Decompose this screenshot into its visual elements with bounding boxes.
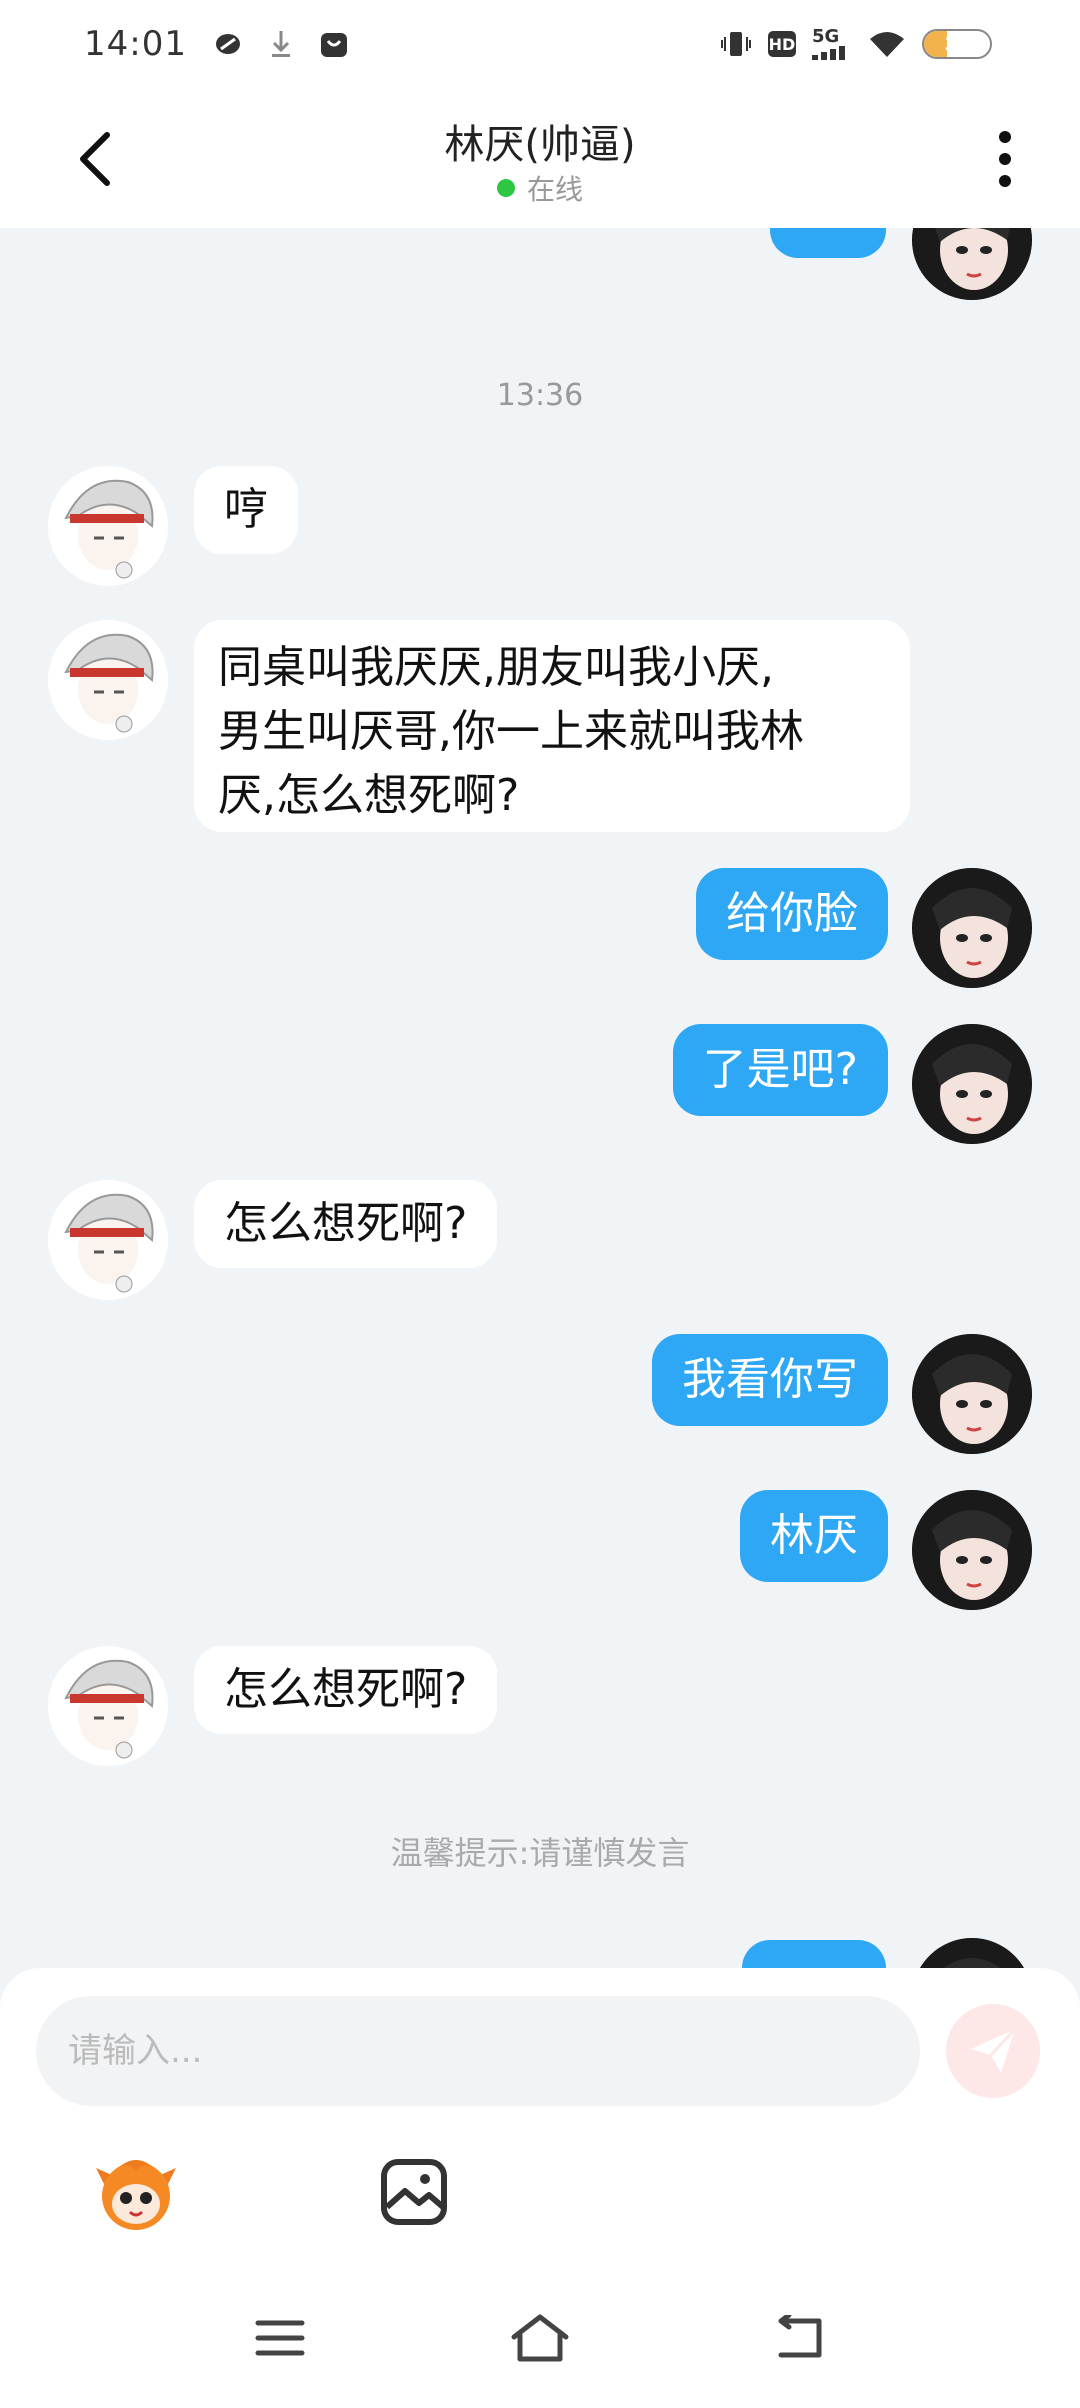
send-button[interactable]: [946, 2004, 1040, 2098]
status-time: 14:01: [84, 24, 187, 64]
app-notification-icon: [213, 29, 243, 59]
contact-avatar-icon: [48, 1646, 168, 1766]
message-line: 同桌叫我厌厌,朋友叫我小厌,: [218, 642, 774, 693]
message-bubble-sent[interactable]: 林厌: [740, 1490, 888, 1582]
more-vertical-icon: [999, 131, 1011, 187]
wifi-icon: [868, 29, 906, 59]
battery-level-text: 35: [944, 33, 970, 55]
message-bubble-sent[interactable]: 我看你写: [652, 1334, 888, 1426]
avatar-contact[interactable]: [48, 1646, 168, 1766]
user-avatar-icon: [912, 1490, 1032, 1610]
emoji-button[interactable]: [88, 2144, 184, 2240]
download-icon: [269, 29, 293, 59]
battery-indicator: 35: [922, 29, 992, 59]
message-bubble-received[interactable]: 怎么想死啊?: [194, 1180, 498, 1268]
timestamp: 13:36: [496, 378, 584, 413]
input-panel: [0, 1968, 1080, 2408]
emoji-mascot-icon: [96, 2160, 176, 2230]
more-options-button[interactable]: [970, 124, 1040, 194]
chat-header: 林厌(帅逼) 在线: [0, 88, 1080, 228]
status-left: 14:01: [84, 24, 349, 64]
message-bubble-partial[interactable]: [770, 228, 886, 258]
user-avatar-icon: [912, 1334, 1032, 1454]
image-button[interactable]: [366, 2144, 462, 2240]
avatar-me[interactable]: [912, 1938, 1032, 1968]
system-nav-bar: [0, 2268, 1080, 2408]
avatar-contact[interactable]: [48, 1180, 168, 1300]
message-bubble-received[interactable]: 哼: [194, 466, 298, 554]
nav-menu-button[interactable]: [245, 2303, 315, 2373]
avatar-contact[interactable]: [48, 620, 168, 740]
message-line: 男生叫厌哥,你一上来就叫我林: [218, 706, 804, 757]
status-right: HD 5G 35: [720, 28, 992, 60]
message-line: 厌,怎么想死啊?: [218, 770, 520, 821]
online-status-label: 在线: [526, 173, 583, 206]
back-icon: [778, 2315, 822, 2358]
avatar-me[interactable]: [912, 1334, 1032, 1454]
network-type: 5G: [812, 26, 840, 47]
user-avatar-icon: [912, 1024, 1032, 1144]
status-bar: 14:01 HD 5G 35: [0, 0, 1080, 88]
online-status: 在线: [0, 168, 1080, 208]
message-bubble-sent[interactable]: 给你脸: [696, 868, 888, 960]
avatar-me[interactable]: [912, 868, 1032, 988]
contact-avatar-icon: [48, 620, 168, 740]
hd-badge: HD: [768, 31, 796, 57]
home-icon: [511, 2314, 569, 2362]
message-bubble-received[interactable]: 同桌叫我厌厌,朋友叫我小厌, 男生叫厌哥,你一上来就叫我林 厌,怎么想死啊?: [194, 620, 910, 832]
avatar-me[interactable]: [912, 1024, 1032, 1144]
avatar-contact[interactable]: [48, 466, 168, 586]
message-bubble-sent[interactable]: 了是吧?: [672, 1024, 888, 1116]
message-bubble-partial[interactable]: [742, 1940, 886, 1968]
avatar-me[interactable]: [912, 1490, 1032, 1610]
warning-tip: 温馨提示:请谨慎发言: [390, 1834, 690, 1872]
image-icon: [381, 2159, 447, 2225]
user-avatar-icon: [912, 868, 1032, 988]
nav-back-button[interactable]: [765, 2303, 835, 2373]
cellular-signal-icon: 5G: [812, 28, 852, 60]
send-icon: [971, 2027, 1017, 2073]
message-input[interactable]: [36, 1996, 920, 2106]
user-avatar-icon: [920, 1938, 1024, 1968]
shop-bag-icon: [319, 29, 349, 59]
avatar-me[interactable]: [912, 228, 1032, 300]
contact-name: 林厌(帅逼): [444, 122, 636, 168]
chat-messages[interactable]: 13:36 哼 同桌叫我厌厌,朋友叫我小厌, 男生叫厌哥,你一上来就叫我林 厌,…: [0, 228, 1080, 1968]
contact-avatar-icon: [48, 466, 168, 586]
menu-icon: [255, 2320, 305, 2356]
message-bubble-received[interactable]: 怎么想死啊?: [194, 1646, 498, 1734]
online-dot-icon: [496, 179, 515, 197]
user-avatar-icon: [912, 228, 1032, 300]
vibrate-icon: [720, 29, 752, 59]
contact-avatar-icon: [48, 1180, 168, 1300]
nav-home-button[interactable]: [505, 2303, 575, 2373]
